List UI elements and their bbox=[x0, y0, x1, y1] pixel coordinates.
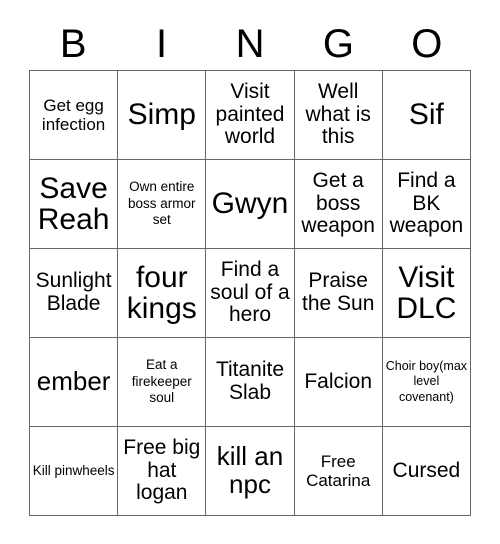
bingo-cell[interactable]: Kill pinwheels bbox=[30, 427, 119, 516]
bingo-cell[interactable]: Get egg infection bbox=[30, 71, 119, 160]
bingo-cell[interactable]: Eat a firekeeper soul bbox=[118, 338, 207, 427]
bingo-cell[interactable]: Free Catarina bbox=[294, 427, 383, 516]
bingo-cell[interactable]: Choir boy(max level covenant) bbox=[382, 338, 471, 427]
bingo-cell-label: Choir boy(max level covenant) bbox=[385, 358, 468, 404]
bingo-cell[interactable]: four kings bbox=[118, 249, 207, 338]
bingo-cell-label: Cursed bbox=[392, 458, 461, 482]
bingo-cell-label: Visit painted world bbox=[215, 79, 285, 149]
bingo-cell[interactable]: Own entire boss armor set bbox=[118, 160, 207, 249]
bingo-cell[interactable]: Falcion bbox=[294, 338, 383, 427]
bingo-cell-label: Visit DLC bbox=[396, 260, 457, 325]
bingo-cell-label: Find a soul of a hero bbox=[210, 257, 290, 327]
bingo-cell-label: Get egg infection bbox=[41, 95, 106, 134]
bingo-cell-label: Kill pinwheels bbox=[32, 462, 115, 478]
bingo-cell[interactable]: Well what is this bbox=[294, 71, 383, 160]
bingo-cell-label: Free Catarina bbox=[306, 451, 371, 490]
header-letter-i: I bbox=[156, 22, 168, 66]
bingo-cell[interactable]: Simp bbox=[118, 71, 207, 160]
bingo-cell-label: Sif bbox=[408, 98, 444, 132]
bingo-cell[interactable]: Visit DLC bbox=[382, 249, 471, 338]
bingo-cell[interactable]: Free big hat logan bbox=[118, 427, 207, 516]
bingo-cell-label: Free big hat logan bbox=[123, 435, 201, 505]
bingo-cell-label: kill an npc bbox=[216, 441, 284, 499]
header-letter-g: G bbox=[322, 22, 354, 66]
bingo-cell-label: Sunlight Blade bbox=[35, 269, 112, 315]
bingo-header: B I N G O bbox=[29, 18, 471, 70]
bingo-cell[interactable]: Praise the Sun bbox=[294, 249, 383, 338]
bingo-cell-label: Find a BK weapon bbox=[389, 168, 464, 238]
bingo-cell[interactable]: Find a soul of a hero bbox=[206, 249, 295, 338]
bingo-cell[interactable]: Sif bbox=[382, 71, 471, 160]
bingo-cell-label: Titanite Slab bbox=[215, 358, 285, 404]
bingo-cell[interactable]: Sunlight Blade bbox=[30, 249, 119, 338]
bingo-cell-label: Well what is this bbox=[305, 79, 371, 149]
bingo-cell[interactable]: Visit painted world bbox=[206, 71, 295, 160]
bingo-card: B I N G O Get egg infection Simp Visit pai… bbox=[0, 0, 500, 544]
bingo-cell-label: ember bbox=[36, 366, 111, 397]
header-letter-n: N bbox=[235, 22, 265, 66]
bingo-cell-label: Get a boss weapon bbox=[301, 168, 375, 238]
bingo-grid: Get egg infection Simp Visit painted world… bbox=[29, 70, 471, 516]
bingo-cell[interactable]: Titanite Slab bbox=[206, 338, 295, 427]
bingo-cell[interactable]: ember bbox=[30, 338, 119, 427]
bingo-cell-label: Own entire boss armor set bbox=[128, 179, 196, 228]
bingo-cell[interactable]: Cursed bbox=[382, 427, 471, 516]
bingo-cell-label: Simp bbox=[127, 98, 196, 132]
bingo-cell[interactable]: Save Reah bbox=[30, 160, 119, 249]
bingo-cell[interactable]: Get a boss weapon bbox=[294, 160, 383, 249]
bingo-cell-label: four kings bbox=[126, 260, 197, 325]
bingo-cell-label: Praise the Sun bbox=[301, 269, 375, 315]
bingo-cell-label: Gwyn bbox=[211, 187, 289, 221]
bingo-cell[interactable]: Find a BK weapon bbox=[382, 160, 471, 249]
bingo-cell[interactable]: Gwyn bbox=[206, 160, 295, 249]
bingo-cell[interactable]: kill an npc bbox=[206, 427, 295, 516]
bingo-cell-label: Save Reah bbox=[37, 171, 110, 236]
bingo-cell-label: Falcion bbox=[304, 369, 373, 393]
bingo-cell-label: Eat a firekeeper soul bbox=[131, 357, 192, 406]
header-letter-o: O bbox=[411, 22, 443, 66]
header-letter-b: B bbox=[59, 22, 87, 66]
